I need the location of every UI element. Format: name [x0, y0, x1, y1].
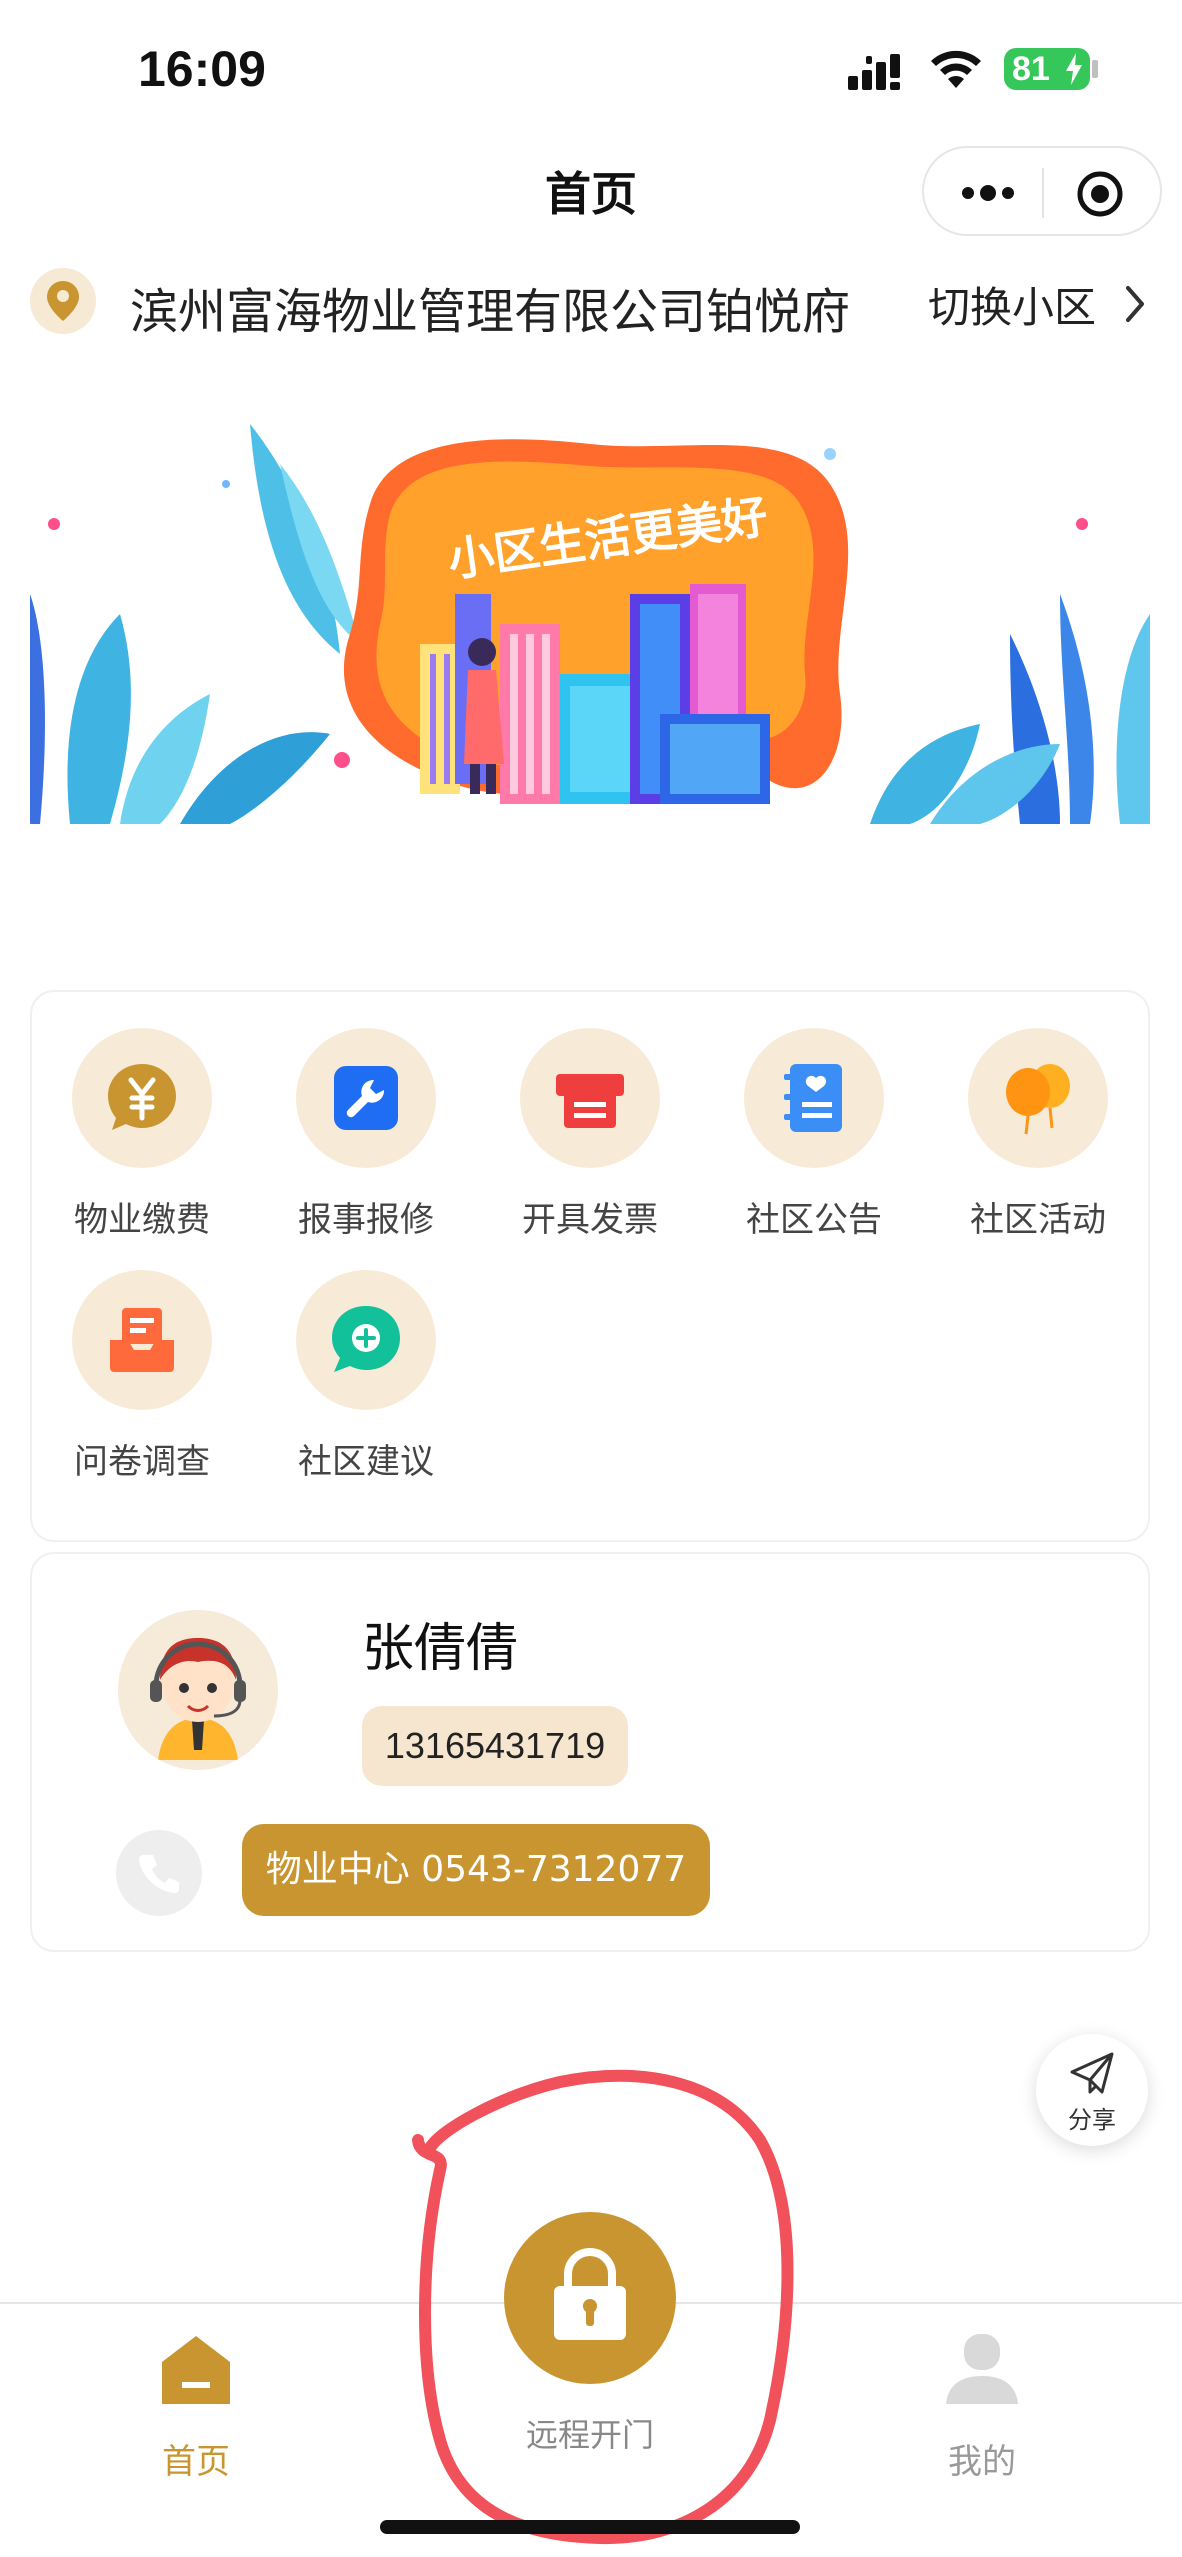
remote-unlock-label: 远程开门	[525, 2416, 654, 2454]
community-name: 滨州富海物业管理有限公司铂悦府	[130, 284, 851, 340]
battery-cap	[1092, 60, 1098, 78]
share-button[interactable]: 分享	[1036, 2034, 1148, 2146]
service-label: 社区公告	[746, 1200, 882, 1240]
services-grid: 物业缴费 报事报修 开具发票 社区公告 社区活动 问卷调查 社区建议	[30, 990, 1150, 1542]
miniprogram-capsule	[922, 146, 1162, 236]
notice-book-icon	[744, 1028, 884, 1168]
service-label: 问卷调查	[74, 1442, 210, 1482]
service-label: 开具发票	[522, 1200, 658, 1240]
suggestion-chat-icon	[296, 1270, 436, 1410]
service-survey[interactable]: 问卷调查	[42, 1234, 242, 1482]
close-target-icon[interactable]	[1076, 170, 1124, 218]
contact-phone[interactable]: 13165431719	[362, 1706, 628, 1786]
tab-mine[interactable]: 我的	[882, 2324, 1082, 2484]
tab-label: 首页	[162, 2442, 230, 2482]
battery-indicator: 81	[1004, 48, 1090, 90]
user-icon	[946, 2334, 1018, 2404]
remote-unlock-button[interactable]	[504, 2212, 676, 2384]
phone-call-icon[interactable]	[116, 1830, 202, 1916]
service-notice[interactable]: 社区公告	[714, 992, 914, 1240]
service-label: 社区建议	[298, 1442, 434, 1482]
contact-name: 张倩倩	[362, 1619, 519, 1679]
status-bar: 16:09 81	[0, 0, 1182, 140]
survey-tray-icon	[72, 1270, 212, 1410]
service-suggestion[interactable]: 社区建议	[266, 1234, 466, 1482]
service-repair[interactable]: 报事报修	[266, 992, 466, 1240]
yuan-bubble-icon	[72, 1028, 212, 1168]
capsule-divider	[1042, 168, 1044, 218]
service-activity[interactable]: 社区活动	[938, 992, 1138, 1240]
promo-banner[interactable]: 小区生活更美好	[30, 394, 1150, 832]
location-pin-icon	[30, 268, 96, 334]
service-invoice[interactable]: 开具发票	[490, 992, 690, 1240]
community-location-row: 滨州富海物业管理有限公司铂悦府 切换小区	[0, 262, 1182, 342]
property-contact-card: 张倩倩 13165431719 物业中心 0543-7312077	[30, 1552, 1150, 1952]
home-indicator	[380, 2520, 800, 2534]
balloon-icon	[968, 1028, 1108, 1168]
property-center-call-button[interactable]: 物业中心 0543-7312077	[242, 1824, 710, 1916]
banner-illustration: 小区生活更美好	[30, 424, 1150, 832]
home-icon	[162, 2336, 230, 2404]
wifi-icon	[931, 50, 981, 88]
tab-label: 我的	[948, 2442, 1016, 2482]
status-time: 16:09	[138, 41, 266, 97]
share-label: 分享	[1068, 2106, 1116, 2134]
tab-home[interactable]: 首页	[96, 2324, 296, 2484]
chevron-right-icon[interactable]	[1124, 284, 1146, 324]
invoice-printer-icon	[520, 1028, 660, 1168]
switch-community-button[interactable]: 切换小区	[928, 274, 1096, 335]
battery-level: 81	[1012, 50, 1050, 88]
more-dots-icon[interactable]	[960, 178, 1016, 208]
charging-bolt-icon	[1066, 53, 1082, 85]
wrench-icon	[296, 1028, 436, 1168]
service-label: 社区活动	[970, 1200, 1106, 1240]
avatar	[118, 1610, 278, 1770]
paper-plane-icon	[1070, 2052, 1114, 2094]
cellular-signal-icon	[848, 54, 900, 90]
service-property-fee[interactable]: 物业缴费	[42, 992, 242, 1240]
padlock-icon	[554, 2248, 626, 2340]
